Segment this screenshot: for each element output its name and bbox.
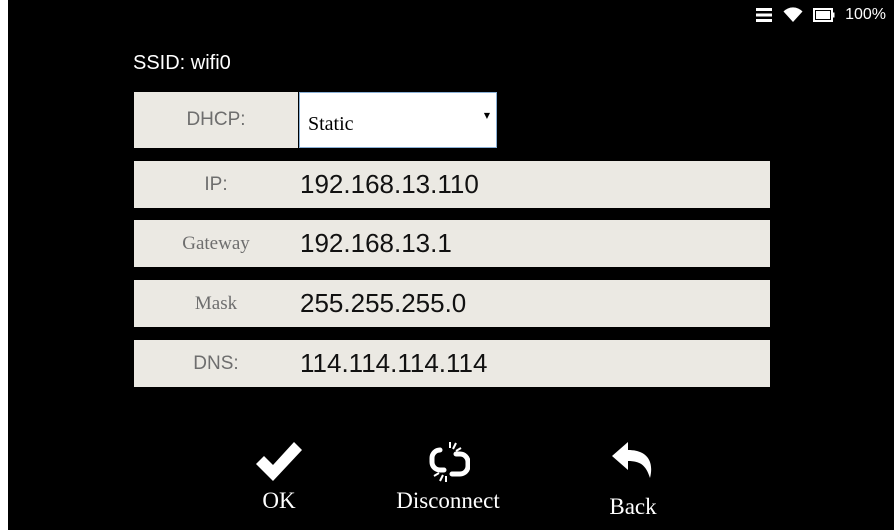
mask-input[interactable]: 255.255.255.0 [300, 280, 466, 327]
back-button[interactable]: Back [593, 440, 673, 520]
ssid-label: SSID: wifi0 [133, 52, 231, 74]
reply-arrow-icon [610, 440, 656, 480]
gateway-label: Gateway [182, 232, 250, 254]
broken-link-icon [426, 440, 470, 484]
screen: 100% SSID: wifi0 DHCP: Static ▼ IP: 192.… [0, 0, 894, 530]
wifi-icon [783, 7, 803, 23]
dhcp-row: DHCP: [134, 92, 298, 148]
mask-row: Mask 255.255.255.0 [134, 280, 770, 327]
battery-percent: 100% [845, 6, 886, 23]
dhcp-select[interactable]: Static ▼ [299, 92, 497, 148]
gateway-row: Gateway 192.168.13.1 [134, 220, 770, 267]
ip-row: IP: 192.168.13.110 [134, 161, 770, 208]
left-edge [0, 0, 8, 530]
mask-label: Mask [194, 292, 238, 314]
dns-row: DNS: 114.114.114.114 [134, 340, 770, 387]
dns-label: DNS: [193, 352, 239, 374]
disconnect-label: Disconnect [396, 488, 500, 513]
battery-icon [813, 8, 835, 22]
dhcp-label: DHCP: [186, 109, 246, 130]
dns-input[interactable]: 114.114.114.114 [300, 340, 487, 387]
dhcp-selected-value: Static [308, 113, 354, 135]
status-bar: 100% [755, 6, 886, 24]
disconnect-button[interactable]: Disconnect [396, 440, 500, 514]
back-label: Back [609, 494, 657, 519]
ok-label: OK [262, 488, 296, 513]
ip-label: IP: [204, 173, 228, 195]
checkmark-icon [254, 440, 304, 484]
menu-icon [755, 7, 773, 23]
gateway-input[interactable]: 192.168.13.1 [300, 220, 452, 267]
ok-button[interactable]: OK [247, 440, 311, 514]
ip-input[interactable]: 192.168.13.110 [300, 161, 479, 208]
dropdown-arrow-icon: ▼ [483, 111, 490, 120]
